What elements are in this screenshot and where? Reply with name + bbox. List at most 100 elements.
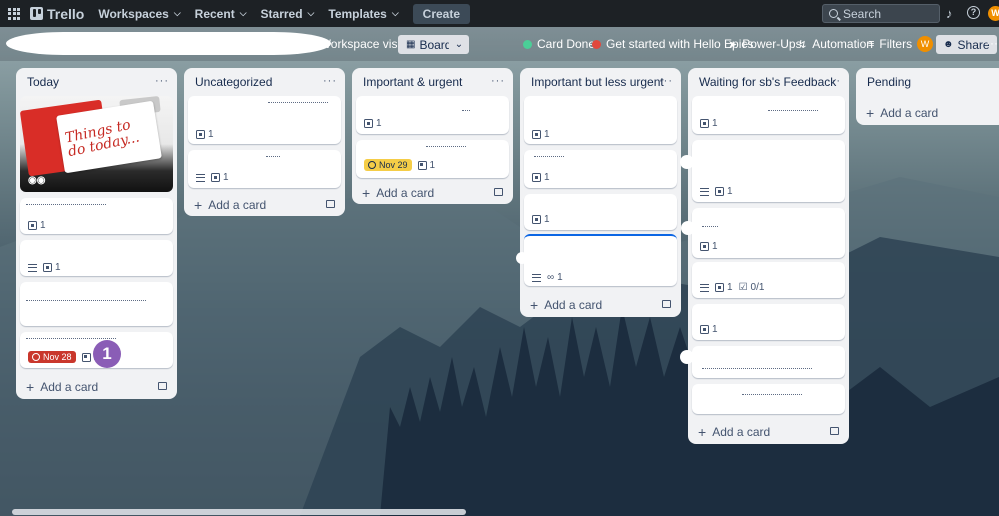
attachment-card-icon	[715, 283, 724, 292]
list-item[interactable]: 1	[692, 304, 845, 340]
list-header[interactable]: Important but less urgent ···	[520, 68, 681, 96]
list-header[interactable]: Uncategorized ···	[184, 68, 345, 96]
filter-icon: ≡	[868, 38, 875, 50]
add-card-button[interactable]: + Add a card	[866, 106, 938, 120]
nav-templates[interactable]: Templates ⌵	[328, 7, 398, 21]
list-more-icon[interactable]: ···	[659, 75, 673, 87]
card-template-icon[interactable]	[662, 300, 671, 308]
create-button[interactable]: Create	[412, 3, 471, 24]
attachment-card-icon	[196, 130, 205, 139]
list-item[interactable]: 1	[524, 150, 677, 188]
list-item[interactable]: 1	[692, 140, 845, 202]
list-pending: Pending + Add a card	[856, 68, 999, 125]
help-icon[interactable]: ?	[967, 6, 980, 19]
list-more-icon[interactable]: ···	[827, 75, 841, 87]
nav-recent[interactable]: Recent ⌵	[195, 7, 247, 21]
attachment-card-icon	[28, 221, 37, 230]
list-more-icon[interactable]: ···	[491, 75, 505, 87]
clock-icon	[32, 353, 40, 361]
plus-icon: +	[530, 297, 539, 313]
card-template-icon[interactable]	[158, 382, 167, 390]
checklist-icon: ☑	[738, 282, 748, 293]
list-item[interactable]: 1	[188, 96, 341, 144]
card-cover-image[interactable]: Things to do today... ◉◉	[20, 96, 173, 192]
attachment-card-icon	[532, 215, 541, 224]
board-header: ● Workspace visible ▦ Board ⌄ Card Done Ge…	[0, 27, 999, 61]
attachment-card-icon	[417, 160, 427, 170]
add-card-button[interactable]: + Add a card	[194, 198, 266, 212]
list-more-icon[interactable]: ···	[323, 75, 337, 87]
nav-starred[interactable]: Starred ⌵	[261, 7, 315, 21]
list-header[interactable]: Today ···	[16, 68, 177, 96]
card-template-icon[interactable]	[830, 427, 839, 435]
list-header[interactable]: Waiting for sb's Feedback ···	[688, 68, 849, 96]
list-more-icon[interactable]: ···	[155, 75, 169, 87]
alert-icon	[592, 39, 601, 49]
list-important-urgent: Important & urgent ··· 1 Nov 29 1 + Add a c…	[352, 68, 513, 204]
list-item[interactable]	[20, 282, 173, 326]
list-waiting-feedback: Waiting for sb's Feedback ··· 1 1 1 1 ☑ 0/1…	[688, 68, 849, 444]
description-icon	[700, 187, 709, 196]
attachment-card-icon	[81, 352, 91, 362]
list-important-less-urgent: Important but less urgent ··· 1 1 1 ∞ 1 + A…	[520, 68, 681, 317]
list-item[interactable]: 1	[356, 96, 509, 134]
attachment-card-icon	[700, 242, 709, 251]
due-date-badge[interactable]: Nov 28	[28, 351, 76, 363]
list-item[interactable]: 1	[188, 150, 341, 188]
lightning-icon: ↯	[798, 38, 808, 51]
add-card-button[interactable]: + Add a card	[698, 425, 770, 439]
horizontal-scrollbar[interactable]	[12, 509, 466, 515]
add-card-button[interactable]: + Add a card	[26, 380, 98, 394]
search-icon	[829, 9, 838, 18]
nav-workspaces[interactable]: Workspaces ⌵	[98, 7, 180, 21]
more-icon[interactable]: ···	[986, 36, 998, 50]
apps-grid-icon[interactable]	[8, 7, 20, 20]
list-item[interactable]: 1	[20, 240, 173, 276]
list-item[interactable]: 1	[692, 96, 845, 134]
add-card-button[interactable]: + Add a card	[530, 298, 602, 312]
list-item[interactable]: Nov 29 1	[356, 140, 509, 178]
list-item[interactable]: ∞ 1	[524, 234, 677, 286]
check-circle-icon	[523, 39, 532, 49]
automation-button[interactable]: ↯ Automation	[798, 27, 873, 61]
power-ups-button[interactable]: ➤ Power-Ups	[728, 27, 802, 61]
trello-icon	[30, 7, 43, 20]
list-item[interactable]: 1	[524, 194, 677, 230]
list-item[interactable]	[692, 384, 845, 414]
member-avatar[interactable]: W	[917, 36, 933, 52]
list-header[interactable]: Pending	[856, 68, 999, 96]
board-title-redacted[interactable]	[6, 32, 331, 55]
list-item[interactable]: 1 ☑ 0/1	[692, 262, 845, 298]
chevron-down-icon: ⌵	[173, 8, 181, 18]
list-header[interactable]: Important & urgent ···	[352, 68, 513, 96]
description-icon	[700, 283, 709, 292]
due-date-badge[interactable]: Nov 29	[364, 159, 412, 171]
card-template-icon[interactable]	[326, 200, 335, 208]
chevron-down-icon: ⌵	[391, 8, 399, 18]
top-navigation: Trello Workspaces ⌵ Recent ⌵ Starred ⌵ Temp…	[0, 0, 999, 27]
search-input[interactable]: Search	[822, 4, 940, 23]
attachment-card-icon	[700, 119, 709, 128]
account-avatar[interactable]: W	[988, 6, 999, 21]
list-item[interactable]: 1	[692, 208, 845, 258]
plus-icon: +	[26, 379, 35, 395]
list-item[interactable]	[692, 346, 845, 378]
attachment-card-icon	[364, 119, 373, 128]
people-icon: ●	[308, 38, 315, 50]
description-icon	[28, 263, 37, 272]
paperclip-icon: ∞	[547, 272, 555, 283]
list-item[interactable]: 1	[20, 198, 173, 234]
board-icon: ▦	[406, 39, 416, 50]
list-uncategorized: Uncategorized ··· 1 1 + Add a card	[184, 68, 345, 216]
trello-logo[interactable]: Trello	[30, 6, 84, 22]
description-icon	[196, 173, 205, 182]
card-done-powerup[interactable]: Card Done	[523, 27, 595, 61]
card-template-icon[interactable]	[494, 188, 503, 196]
filters-button[interactable]: ≡ Filters	[868, 27, 912, 61]
step-marker: 1	[93, 340, 121, 368]
list-item[interactable]: 1	[524, 96, 677, 144]
view-switcher-chevron-icon[interactable]: ⌄	[449, 35, 469, 54]
notifications-bell-icon[interactable]: ♪	[946, 6, 953, 21]
attachment-card-icon	[532, 130, 541, 139]
add-card-button[interactable]: + Add a card	[362, 186, 434, 200]
